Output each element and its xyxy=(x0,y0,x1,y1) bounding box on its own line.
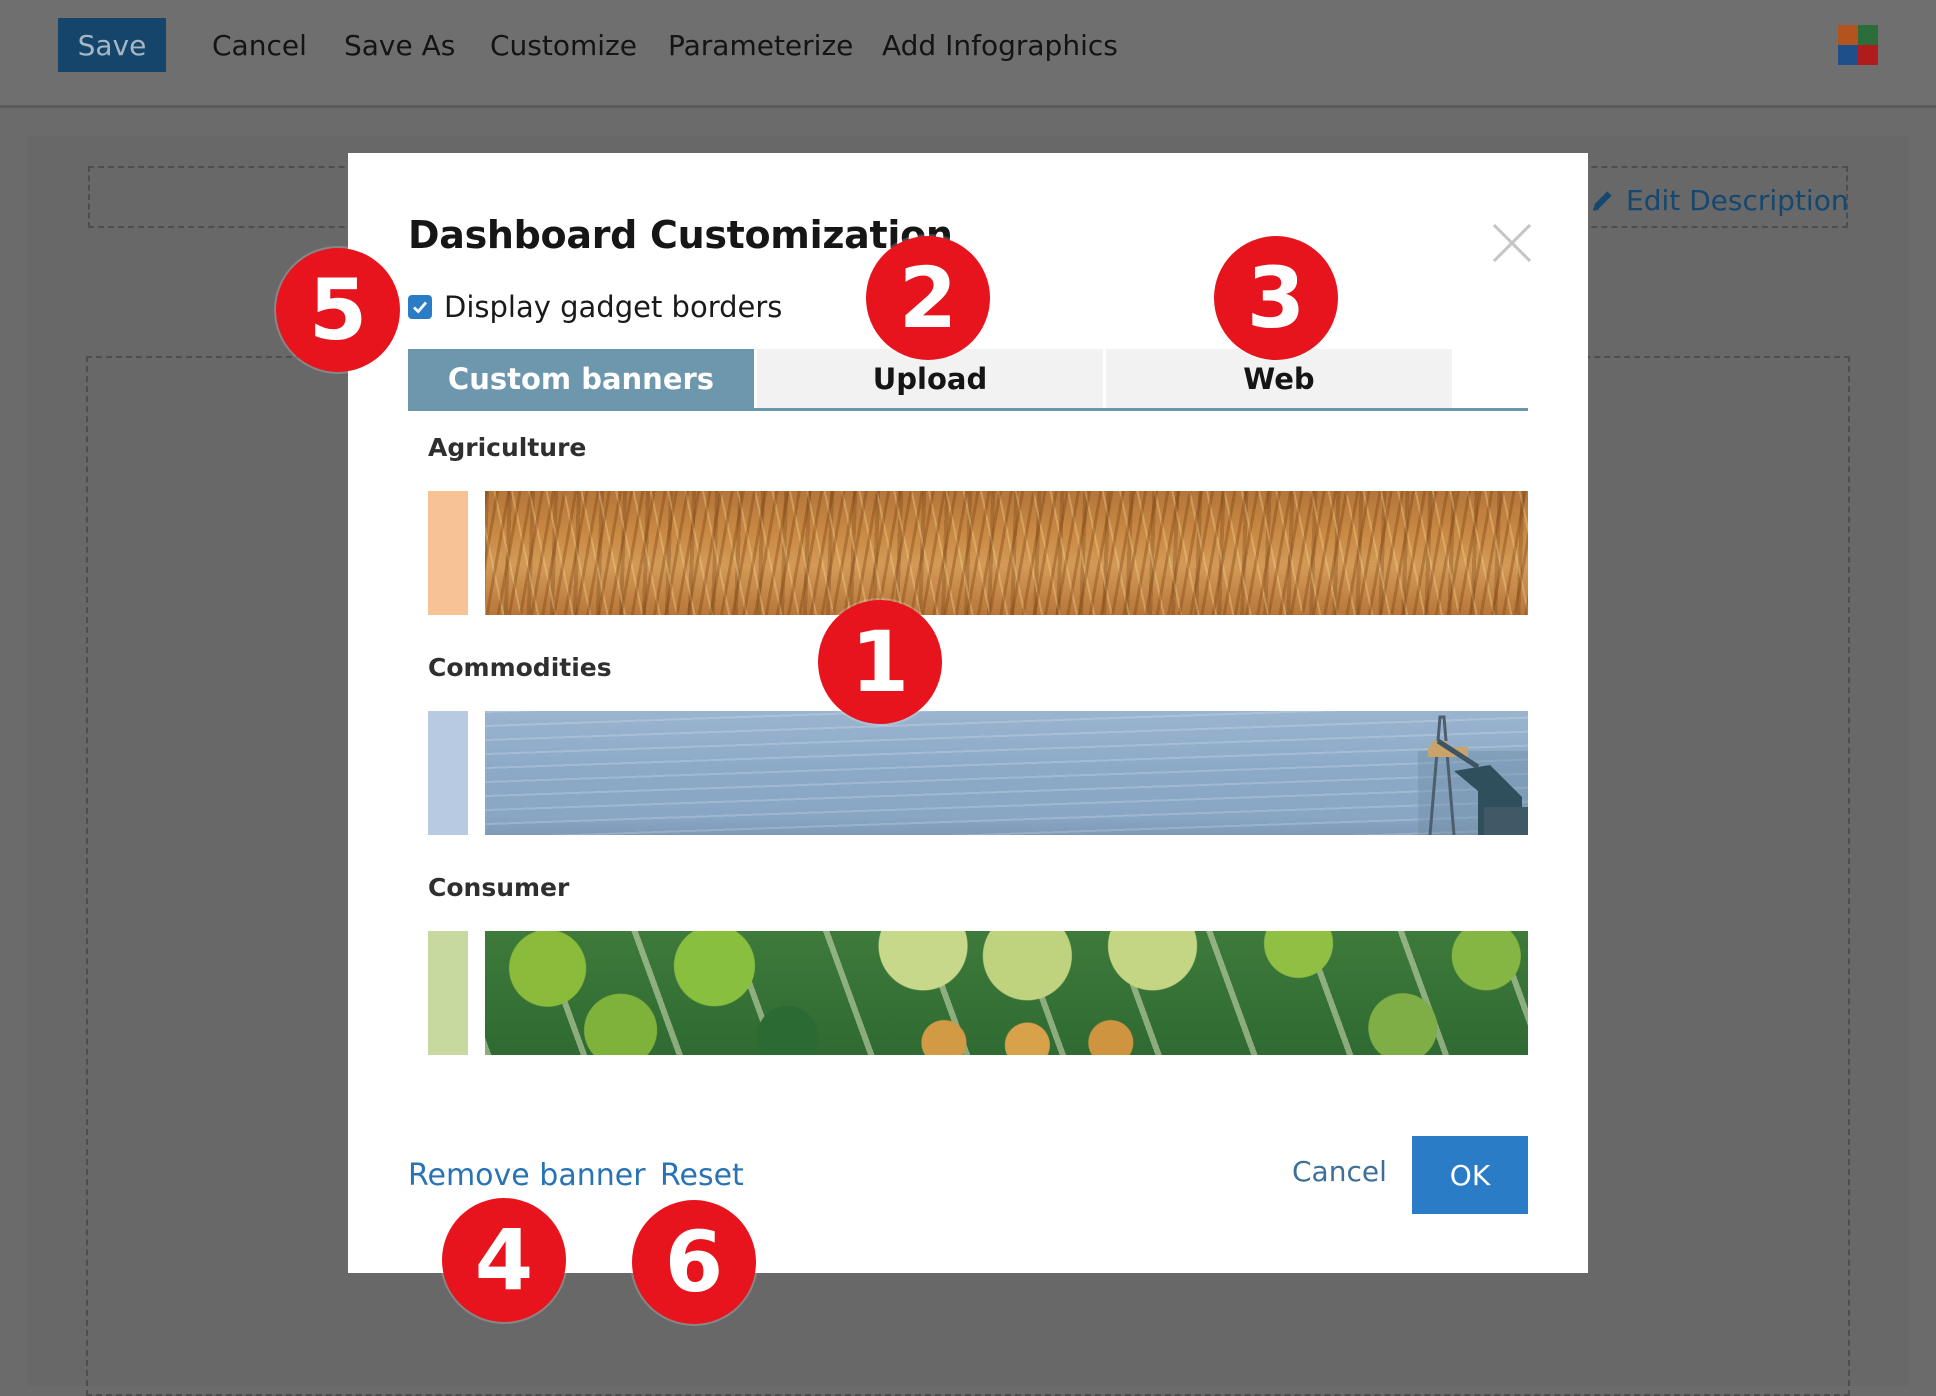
toolbar-add-infographics-button[interactable]: Add Infographics xyxy=(882,18,1118,72)
app-logo-icon[interactable] xyxy=(1838,25,1878,65)
swatch-consumer[interactable] xyxy=(428,931,468,1055)
toolbar-customize-button[interactable]: Customize xyxy=(490,18,637,72)
pencil-icon xyxy=(1593,191,1612,211)
category-label-commodities: Commodities xyxy=(428,653,612,682)
display-borders-option[interactable]: Display gadget borders xyxy=(408,285,782,329)
edit-description-label: Edit Description xyxy=(1626,183,1849,217)
callout-4: 4 xyxy=(442,1198,566,1322)
banner-commodities[interactable] xyxy=(485,711,1528,835)
checkmark-icon xyxy=(413,301,428,314)
toolbar-save-as-button[interactable]: Save As xyxy=(344,18,455,72)
close-icon[interactable] xyxy=(1490,221,1534,265)
tab-custom-banners[interactable]: Custom banners xyxy=(408,349,754,408)
callout-2: 2 xyxy=(866,236,990,360)
edit-description-link[interactable]: Edit Description xyxy=(1590,180,1849,220)
display-borders-label: Display gadget borders xyxy=(444,290,783,324)
category-label-agriculture: Agriculture xyxy=(428,433,587,462)
dialog-title: Dashboard Customization xyxy=(408,213,953,257)
callout-5: 5 xyxy=(276,248,400,372)
swatch-commodities[interactable] xyxy=(428,711,468,835)
dialog-ok-button[interactable]: OK xyxy=(1412,1136,1528,1214)
toolbar-parameterize-button[interactable]: Parameterize xyxy=(668,18,853,72)
oil-pump-icon xyxy=(1418,715,1528,835)
callout-3: 3 xyxy=(1214,236,1338,360)
toolbar-save-button[interactable]: Save xyxy=(58,18,166,72)
banner-agriculture[interactable] xyxy=(485,491,1528,615)
callout-6: 6 xyxy=(632,1200,756,1324)
remove-banner-link[interactable]: Remove banner xyxy=(408,1158,646,1193)
dialog-cancel-button[interactable]: Cancel xyxy=(1292,1155,1387,1188)
toolbar-cancel-button[interactable]: Cancel xyxy=(212,18,307,72)
banner-source-tabs: Custom banners Upload Web xyxy=(408,349,1528,411)
callout-1: 1 xyxy=(818,600,942,724)
category-label-consumer: Consumer xyxy=(428,873,570,902)
swatch-agriculture[interactable] xyxy=(428,491,468,615)
display-borders-checkbox[interactable] xyxy=(408,295,432,319)
banner-consumer[interactable] xyxy=(485,931,1528,1055)
reset-link[interactable]: Reset xyxy=(660,1158,744,1193)
top-toolbar: Save Cancel Save As Customize Parameteri… xyxy=(0,0,1936,108)
